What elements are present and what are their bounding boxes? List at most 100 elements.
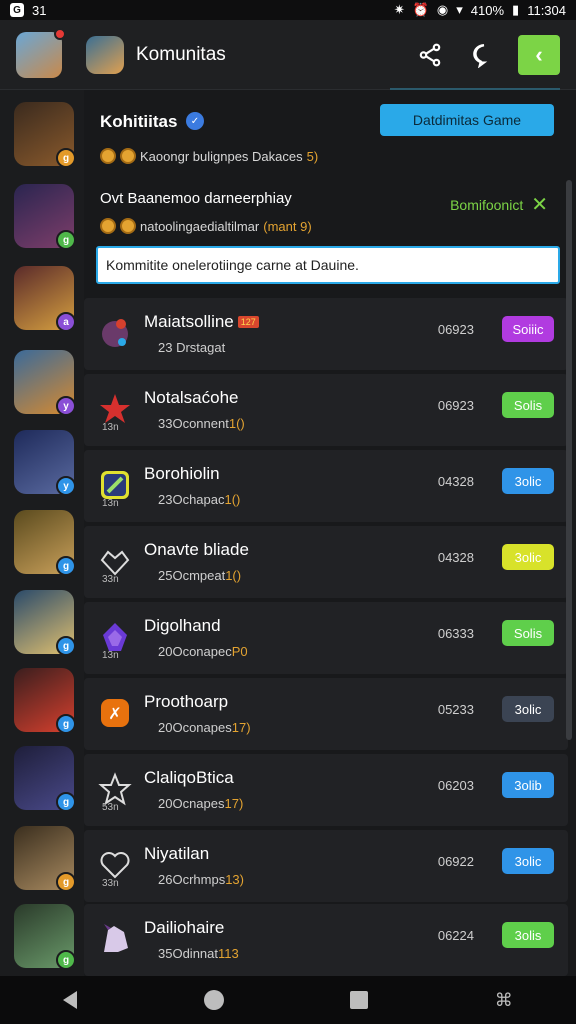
share-icon <box>419 43 441 66</box>
list-item[interactable]: 33n Niyatilan 26Ocrhmps13) 06922 3olic <box>84 830 568 902</box>
row-subtitle: 20OconapecP0 <box>158 644 248 659</box>
rail-badge: y <box>56 476 76 496</box>
location-icon: ◉ <box>436 2 449 17</box>
status-bar: G 31 ✷ ⏰ ◉ ▾ 410% ▮ 11:304 <box>0 0 576 20</box>
community-avatar[interactable] <box>86 35 124 74</box>
row-small-text: 53n <box>102 802 119 813</box>
rail-community-3[interactable]: a <box>14 266 76 332</box>
promo-subtitle-count: (mant 9) <box>263 218 312 234</box>
list-item[interactable]: 53n ClaliqoBtica 20Ocnapes17) 06203 3oli… <box>84 754 568 826</box>
rail-community-2[interactable]: g <box>14 184 76 250</box>
search-input[interactable]: Kommitite onelerotiinge carne at Dauine. <box>96 246 560 284</box>
hands-heart-icon <box>98 544 132 578</box>
row-small-text: 13n <box>102 498 119 509</box>
rail-community-7[interactable]: g <box>14 590 76 656</box>
row-title: Niyatilan <box>144 844 210 863</box>
community-header: Kohitiitas ✓ Datdimitas Game Kaoongr bul… <box>84 94 568 170</box>
rail-community-5[interactable]: y <box>14 430 76 496</box>
promo-title: Ovt Baanemoo darneerphiay <box>100 190 292 207</box>
join-button[interactable]: 3olic <box>502 468 554 494</box>
orange-badge-icon: ✗ <box>98 696 132 730</box>
back-icon[interactable] <box>63 991 78 1009</box>
status-left-text: 31 <box>32 2 47 18</box>
back-button[interactable]: ‹ <box>518 34 560 75</box>
recents-icon[interactable] <box>350 991 369 1009</box>
rail-community-9[interactable]: g <box>14 746 76 812</box>
join-button[interactable]: Soiiic <box>502 316 554 342</box>
row-number: 06923 <box>437 398 474 413</box>
coin-icon <box>100 148 116 164</box>
chat-button[interactable] <box>464 35 504 75</box>
signal-icon: ▮ <box>512 2 520 17</box>
rail-badge: g <box>56 230 76 250</box>
list-item[interactable]: ✗ Proothoarp 20Oconapes17) 05233 3olic <box>84 678 568 750</box>
rail-community-11[interactable]: g <box>14 904 76 970</box>
rail-community-10[interactable]: g <box>14 826 76 892</box>
rail-badge: g <box>56 556 76 576</box>
scrollbar[interactable] <box>566 180 572 740</box>
row-subtitle: 23 Drstagat <box>158 340 226 355</box>
list-item[interactable]: 13n Digolhand 20OconapecP0 06333 Solis <box>84 602 568 674</box>
community-stats-count: 5) <box>306 148 319 164</box>
close-icon[interactable]: ✕ <box>531 192 548 217</box>
svg-text:✗: ✗ <box>108 704 121 723</box>
rail-badge: g <box>56 950 76 970</box>
row-title: Proothoarp <box>144 692 229 711</box>
row-small-text: 33n <box>102 878 119 889</box>
profile-avatar[interactable] <box>16 27 66 78</box>
row-number: 06203 <box>437 778 474 793</box>
promo-action[interactable]: Bomifoonict ✕ <box>450 192 548 217</box>
coin-icon <box>120 148 136 164</box>
rail-badge: g <box>56 714 76 734</box>
row-title: Borohiolin <box>144 464 220 483</box>
list-item[interactable]: 13n Borohiolin 23Ochapac1() 04328 3olic <box>84 450 568 522</box>
rail-badge: g <box>56 872 76 892</box>
chat-bubble-icon <box>473 43 488 68</box>
clock: 11:304 <box>527 2 566 18</box>
join-button[interactable]: 3olic <box>502 848 554 874</box>
row-number: 04328 <box>437 474 474 489</box>
join-button[interactable]: Solis <box>502 620 554 646</box>
community-rail: g g a y y g g g g g g <box>0 90 84 976</box>
row-number: 05233 <box>437 702 474 717</box>
join-button[interactable]: 3olic <box>502 544 554 570</box>
battery-text: 410% <box>470 2 505 18</box>
keyboard-icon[interactable]: ⌘ <box>495 990 513 1011</box>
row-number: 06224 <box>437 928 474 943</box>
alarm-icon: ⏰ <box>412 2 429 17</box>
row-small-text: 33n <box>102 574 119 585</box>
promo-action-label: Bomifoonict <box>450 196 524 213</box>
list-item[interactable]: 13n Notalsaćohe 33Oconnent1() 06923 Soli… <box>84 374 568 446</box>
rail-community-6[interactable]: g <box>14 510 76 576</box>
row-subtitle: 26Ocrhmps13) <box>158 872 244 887</box>
join-button[interactable]: 3olib <box>502 772 554 798</box>
join-button[interactable]: Solis <box>502 392 554 418</box>
community-title: Kohitiitas <box>100 112 178 131</box>
list-item[interactable]: Maiatsolline 127 23 Drstagat 06923 Soiii… <box>84 298 568 370</box>
app-bar: Komunitas ‹ <box>0 20 576 90</box>
join-button[interactable]: 3olis <box>502 922 554 948</box>
row-number: 06922 <box>437 854 474 869</box>
list-item[interactable]: Dailiohaire 35Odinnat113 06224 3olis <box>84 904 568 976</box>
rail-community-1[interactable]: g <box>14 102 76 168</box>
game-button[interactable]: Datdimitas Game <box>380 104 554 136</box>
unicorn-icon <box>98 922 132 956</box>
row-subtitle: 23Ochapac1() <box>158 492 241 507</box>
row-subtitle: 25Ocmpeat1() <box>158 568 242 583</box>
row-subtitle: 35Odinnat113 <box>158 946 239 961</box>
system-nav-bar: ⌘ <box>0 976 576 1024</box>
rail-community-8[interactable]: g <box>14 668 76 734</box>
row-number: 04328 <box>437 550 474 565</box>
row-subtitle: 20Ocnapes17) <box>158 796 244 811</box>
home-icon[interactable] <box>203 990 224 1010</box>
join-button[interactable]: 3olic <box>502 696 554 722</box>
row-small-text: 13n <box>102 650 119 661</box>
new-tag: 127 <box>237 316 259 328</box>
list-item[interactable]: 33n Onavte bliade 25Ocmpeat1() 04328 3ol… <box>84 526 568 598</box>
promo-banner: Ovt Baanemoo darneerphiay Bomifoonict ✕ … <box>84 178 568 256</box>
share-button[interactable] <box>410 35 450 75</box>
promo-subtitle-text: natoolingaedialtilmar <box>140 218 260 234</box>
coin-icon <box>120 218 136 234</box>
verified-icon: ✓ <box>186 112 204 130</box>
rail-community-4[interactable]: y <box>14 350 76 416</box>
